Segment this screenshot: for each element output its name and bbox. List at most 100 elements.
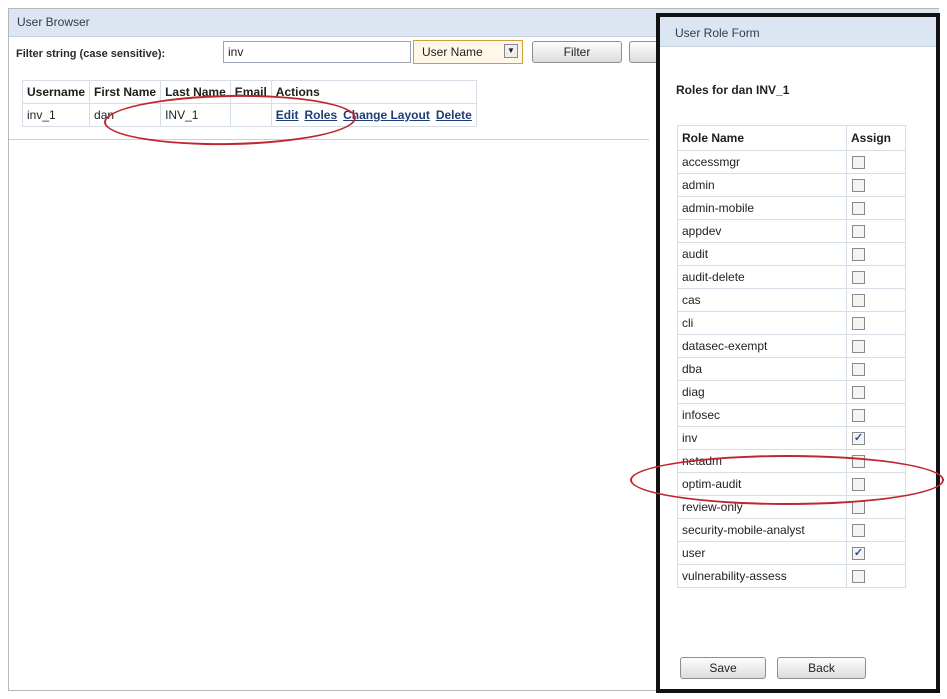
role-row-audit-delete: audit-delete	[677, 265, 906, 289]
save-button[interactable]: Save	[680, 657, 766, 679]
role-name: cli	[677, 311, 847, 335]
role-assign-cell	[846, 265, 906, 289]
user-browser-title: User Browser	[17, 15, 90, 29]
role-name: datasec-exempt	[677, 334, 847, 358]
assign-checkbox-optim-audit[interactable]	[852, 478, 865, 492]
role-row-user: user ✓	[677, 541, 906, 565]
role-assign-cell	[846, 219, 906, 243]
assign-checkbox-review-only[interactable]	[852, 501, 865, 515]
assign-checkbox-dba[interactable]	[852, 363, 865, 377]
role-assign-cell: ✓	[846, 541, 906, 565]
filter-field-select[interactable]: User Name ▼	[413, 40, 523, 64]
role-row-appdev: appdev	[677, 219, 906, 243]
role-name: diag	[677, 380, 847, 404]
role-name: admin-mobile	[677, 196, 847, 220]
role-name: review-only	[677, 495, 847, 519]
role-assign-cell	[846, 449, 906, 473]
cell-first-name: dan	[89, 103, 162, 127]
user-role-form-dialog: User Role Form Roles for dan INV_1 Role …	[656, 13, 940, 693]
role-name: netadm	[677, 449, 847, 473]
role-row-admin-mobile: admin-mobile	[677, 196, 906, 220]
role-row-cli: cli	[677, 311, 906, 335]
user-table: Username First Name Last Name Email Acti…	[21, 80, 477, 127]
assign-checkbox-vulnerability-assess[interactable]	[852, 570, 865, 584]
assign-checkbox-infosec[interactable]	[852, 409, 865, 423]
edit-link[interactable]: Edit	[276, 108, 299, 122]
col-role-name: Role Name	[677, 125, 847, 151]
dropdown-arrow-icon: ▼	[504, 44, 518, 58]
role-name: optim-audit	[677, 472, 847, 496]
role-assign-cell	[846, 403, 906, 427]
role-name: inv	[677, 426, 847, 450]
assign-checkbox-appdev[interactable]	[852, 225, 865, 239]
col-username: Username	[21, 80, 91, 104]
assign-checkbox-inv[interactable]: ✓	[852, 432, 865, 446]
role-assign-cell	[846, 173, 906, 197]
user-browser-divider	[9, 139, 649, 140]
role-assign-cell	[846, 518, 906, 542]
role-name: appdev	[677, 219, 847, 243]
roles-link[interactable]: Roles	[304, 108, 337, 122]
assign-checkbox-admin[interactable]	[852, 179, 865, 193]
table-row: inv_1 dan INV_1 Edit Roles Change Layout De…	[21, 103, 477, 127]
role-name: accessmgr	[677, 150, 847, 174]
filter-row: Filter string (case sensitive): User Nam…	[9, 40, 669, 66]
role-assign-cell	[846, 288, 906, 312]
assign-checkbox-datasec-exempt[interactable]	[852, 340, 865, 354]
role-assign-cell	[846, 150, 906, 174]
col-first-name: First Name	[89, 80, 162, 104]
role-assign-cell	[846, 334, 906, 358]
cell-email	[229, 103, 272, 127]
assign-checkbox-cas[interactable]	[852, 294, 865, 308]
role-row-accessmgr: accessmgr	[677, 150, 906, 174]
role-row-vulnerability-assess: vulnerability-assess	[677, 564, 906, 588]
role-assign-cell	[846, 380, 906, 404]
filter-input[interactable]	[223, 41, 411, 63]
role-name: audit-delete	[677, 265, 847, 289]
role-form-header: User Role Form	[660, 17, 936, 47]
role-row-optim-audit: optim-audit	[677, 472, 906, 496]
role-row-inv: inv ✓	[677, 426, 906, 450]
role-row-review-only: review-only	[677, 495, 906, 519]
assign-checkbox-audit[interactable]	[852, 248, 865, 262]
filter-label: Filter string (case sensitive):	[16, 48, 166, 60]
assign-checkbox-netadm[interactable]	[852, 455, 865, 469]
role-table: Role Name Assign accessmgr admin admin-mob…	[677, 125, 906, 588]
back-button[interactable]: Back	[777, 657, 866, 679]
col-last-name: Last Name	[160, 80, 231, 104]
assign-checkbox-accessmgr[interactable]	[852, 156, 865, 170]
role-table-header-row: Role Name Assign	[677, 125, 906, 151]
role-form-heading: Roles for dan INV_1	[676, 83, 790, 97]
role-name: admin	[677, 173, 847, 197]
role-row-security-mobile-analyst: security-mobile-analyst	[677, 518, 906, 542]
role-row-audit: audit	[677, 242, 906, 266]
change-layout-link[interactable]: Change Layout	[343, 108, 430, 122]
role-name: user	[677, 541, 847, 565]
assign-checkbox-admin-mobile[interactable]	[852, 202, 865, 216]
role-row-datasec-exempt: datasec-exempt	[677, 334, 906, 358]
role-row-admin: admin	[677, 173, 906, 197]
role-name: security-mobile-analyst	[677, 518, 847, 542]
role-assign-cell	[846, 196, 906, 220]
role-assign-cell	[846, 564, 906, 588]
role-assign-cell	[846, 472, 906, 496]
role-row-netadm: netadm	[677, 449, 906, 473]
assign-checkbox-audit-delete[interactable]	[852, 271, 865, 285]
role-assign-cell	[846, 495, 906, 519]
assign-checkbox-cli[interactable]	[852, 317, 865, 331]
role-assign-cell	[846, 357, 906, 381]
role-row-dba: dba	[677, 357, 906, 381]
assign-checkbox-diag[interactable]	[852, 386, 865, 400]
filter-button[interactable]: Filter	[532, 41, 622, 63]
assign-checkbox-security-mobile-analyst[interactable]	[852, 524, 865, 538]
col-assign: Assign	[846, 125, 906, 151]
col-actions: Actions	[270, 80, 477, 104]
role-assign-cell: ✓	[846, 426, 906, 450]
delete-link[interactable]: Delete	[436, 108, 472, 122]
assign-checkbox-user[interactable]: ✓	[852, 547, 865, 561]
role-name: dba	[677, 357, 847, 381]
role-form-title: User Role Form	[675, 26, 760, 40]
role-name: audit	[677, 242, 847, 266]
cell-last-name: INV_1	[160, 103, 231, 127]
cell-username: inv_1	[21, 103, 91, 127]
